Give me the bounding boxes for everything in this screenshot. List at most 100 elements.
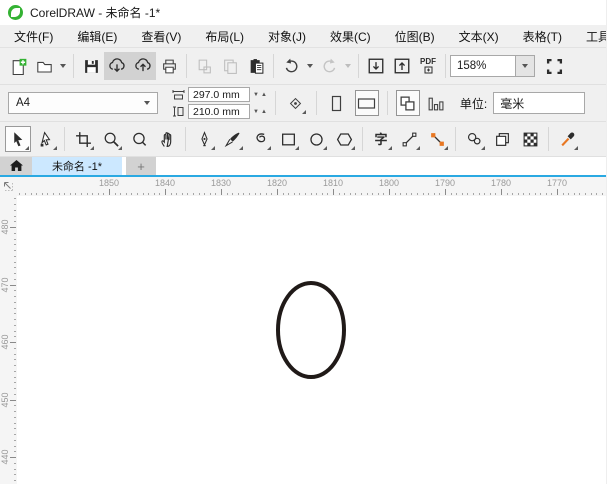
ruler-tick	[69, 193, 71, 195]
page-height-field[interactable]: 210.0 mm	[188, 104, 250, 119]
export-button[interactable]	[389, 52, 415, 80]
nudge-offset-icon	[290, 97, 302, 109]
redo-button[interactable]	[316, 52, 342, 80]
menu-item-3[interactable]: 布局(L)	[193, 25, 256, 48]
all-pages-button[interactable]	[395, 90, 420, 116]
dimension-tool[interactable]	[396, 126, 422, 152]
redo-dropdown-button[interactable]	[342, 53, 354, 79]
mesh-fill-tool[interactable]	[517, 126, 543, 152]
page-size-select[interactable]: A4	[8, 92, 158, 114]
eyedropper-tool[interactable]	[554, 126, 580, 152]
freehand-tool[interactable]	[247, 126, 273, 152]
open-folder-icon	[36, 61, 52, 73]
ruler-origin-button[interactable]	[0, 177, 17, 196]
ruler-tick	[14, 255, 16, 257]
drawing-canvas[interactable]	[17, 196, 606, 484]
publish-pdf-button[interactable]: PDF	[415, 52, 441, 80]
menu-item-8[interactable]: 表格(T)	[511, 25, 574, 48]
new-tab-button[interactable]: +	[126, 157, 156, 175]
chevron-down-icon	[522, 64, 528, 68]
document-tab-active[interactable]: 未命名 -1*	[32, 157, 122, 175]
ruler-tick	[209, 193, 211, 195]
zoom-level-field[interactable]: 158%	[450, 55, 516, 77]
menu-item-5[interactable]: 效果(C)	[318, 25, 383, 48]
brush-tool[interactable]	[219, 126, 245, 152]
page-width-field[interactable]: 297.0 mm	[188, 87, 250, 102]
crop-tool[interactable]	[70, 126, 96, 152]
import-button[interactable]	[363, 52, 389, 80]
zoom-dropdown-button[interactable]	[516, 55, 535, 77]
fullscreen-button[interactable]	[541, 52, 567, 80]
drawn-ellipse[interactable]	[276, 281, 346, 379]
contour-tool[interactable]	[489, 126, 515, 152]
units-select[interactable]: 毫米	[493, 92, 586, 114]
zoom-level-value: 158%	[457, 60, 487, 72]
ruler-tick	[14, 290, 16, 292]
ruler-tick	[366, 193, 368, 195]
nudge-offset-button[interactable]	[284, 90, 308, 116]
pick-tool[interactable]	[5, 126, 31, 152]
open-dropdown-button[interactable]	[57, 53, 69, 79]
hand-icon	[160, 131, 171, 147]
page-width-spinner[interactable]: ▼ ▲	[253, 92, 267, 98]
ruler-tick	[512, 193, 514, 195]
horizontal-ruler[interactable]: 1850 1840 1830 1820 1810 1800 1790 1780 1770	[17, 177, 606, 196]
current-page-button[interactable]	[424, 90, 448, 116]
cloud-download-button[interactable]	[104, 52, 130, 80]
save-button[interactable]	[78, 52, 104, 80]
menu-item-2[interactable]: 查看(V)	[129, 25, 193, 48]
pan-tool[interactable]	[154, 126, 180, 152]
cloud-upload-button[interactable]	[130, 52, 156, 80]
menu-item-0[interactable]: 文件(F)	[2, 25, 65, 48]
ruler-tick	[14, 353, 16, 355]
pen-tool[interactable]	[191, 126, 217, 152]
dimension-tool-icon	[402, 132, 416, 146]
landscape-orientation-button[interactable]	[354, 90, 379, 116]
welcome-home-button[interactable]	[0, 157, 32, 175]
chevron-down-icon	[345, 64, 351, 68]
open-button[interactable]	[31, 52, 57, 80]
ruler-tick	[299, 193, 301, 195]
ruler-tick	[14, 382, 16, 384]
portrait-orientation-button[interactable]	[325, 90, 349, 116]
ruler-label: 1820	[266, 178, 288, 188]
menu-item-9[interactable]: 工具	[574, 25, 606, 48]
menu-item-7[interactable]: 文本(X)	[447, 25, 511, 48]
ruler-tick	[204, 193, 206, 195]
transparency-tool[interactable]	[461, 126, 487, 152]
undo-dropdown-button[interactable]	[304, 53, 316, 79]
undo-button[interactable]	[278, 52, 304, 80]
print-button[interactable]	[156, 52, 182, 80]
zoom-out-tool[interactable]	[126, 126, 152, 152]
menu-item-1[interactable]: 编辑(E)	[65, 25, 129, 48]
ruler-tick	[310, 193, 312, 195]
ruler-tick	[10, 457, 16, 458]
ruler-tick	[92, 193, 94, 195]
text-tool[interactable]: 字	[368, 126, 394, 152]
import-icon	[368, 58, 384, 74]
page-height-spinner[interactable]: ▼ ▲	[253, 109, 267, 115]
zoom-tool[interactable]	[98, 126, 124, 152]
ruler-tick	[439, 193, 441, 195]
connector-tool[interactable]	[424, 126, 450, 152]
menu-item-4[interactable]: 对象(J)	[256, 25, 318, 48]
new-document-button[interactable]	[5, 52, 31, 80]
cut-button[interactable]	[191, 52, 217, 80]
paste-button[interactable]	[243, 52, 269, 80]
ruler-tick	[254, 193, 256, 195]
copy-button[interactable]	[217, 52, 243, 80]
vertical-ruler[interactable]: 480 470 460 450 440	[0, 196, 17, 484]
ruler-tick	[142, 193, 144, 195]
rectangle-tool[interactable]	[275, 126, 301, 152]
polygon-tool[interactable]	[331, 126, 357, 152]
shape-tool[interactable]	[33, 126, 59, 152]
polygon-tool-icon	[336, 132, 352, 146]
rectangle-tool-icon	[281, 133, 295, 145]
ruler-tick	[47, 193, 49, 195]
ellipse-tool[interactable]	[303, 126, 329, 152]
ruler-tick	[523, 193, 525, 195]
ruler-tick	[417, 193, 418, 195]
ruler-tick	[394, 193, 396, 195]
menu-item-6[interactable]: 位图(B)	[383, 25, 447, 48]
redo-icon	[323, 58, 335, 72]
